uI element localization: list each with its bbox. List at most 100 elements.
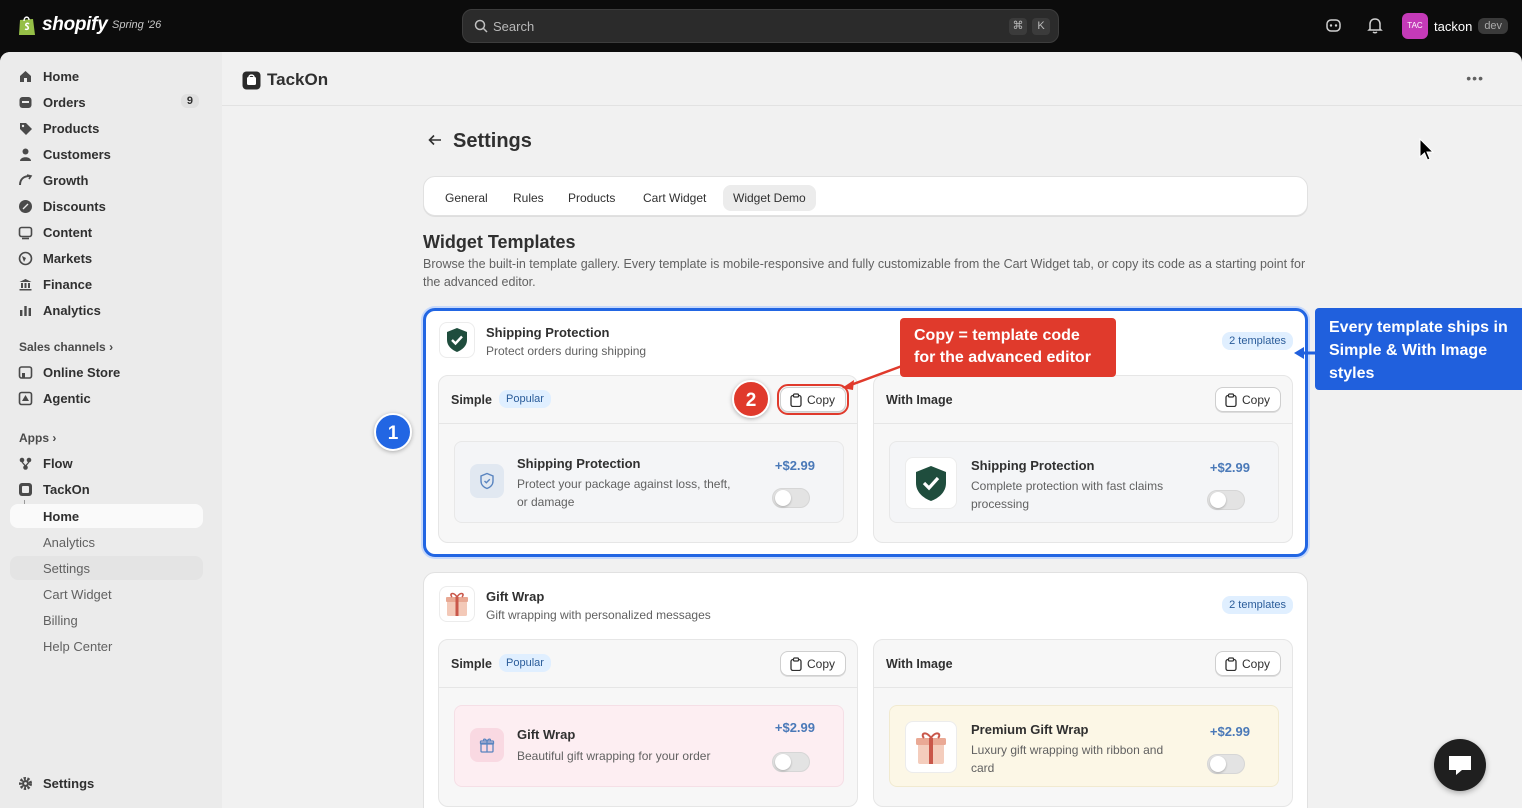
preview-description: Complete protection with fast claims pro… bbox=[971, 479, 1164, 511]
sidebar-item-products[interactable]: Products bbox=[10, 116, 203, 140]
chat-bubble-icon bbox=[1449, 756, 1471, 775]
preview-toggle[interactable] bbox=[1207, 490, 1245, 510]
sidebar-item-label: Agentic bbox=[43, 391, 91, 406]
sidebar-item-tackon[interactable]: TackOn bbox=[10, 477, 203, 501]
sidebar-item-label: Flow bbox=[43, 456, 73, 471]
copy-label: Copy bbox=[806, 393, 835, 407]
page-title: Settings bbox=[453, 130, 532, 152]
tab-rules[interactable]: Rules bbox=[503, 185, 554, 211]
tab-cart-widget[interactable]: Cart Widget bbox=[633, 185, 716, 211]
sidebar-item-discounts[interactable]: Discounts bbox=[10, 194, 203, 218]
widget-preview: Gift Wrap Beautiful gift wrapping for yo… bbox=[454, 705, 844, 787]
sidebar-item-label: Finance bbox=[43, 277, 93, 292]
copy-button[interactable]: Copy bbox=[779, 651, 846, 676]
step-1-badge: 1 bbox=[374, 413, 412, 451]
styles-callout: Every template ships in Simple & With Im… bbox=[1315, 308, 1522, 390]
sidebar-subitem-analytics[interactable]: Analytics bbox=[10, 530, 203, 554]
more-actions-icon[interactable]: ••• bbox=[1466, 70, 1484, 86]
sidebar-item-analytics[interactable]: Analytics bbox=[10, 298, 203, 322]
variant-header: With Image Copy bbox=[874, 376, 1292, 424]
sidebar-item-settings[interactable]: Settings bbox=[10, 771, 203, 795]
tab-general[interactable]: General bbox=[435, 185, 498, 211]
copy-callout: Copy = template code for the advanced ed… bbox=[900, 318, 1116, 377]
preview-price: +$2.99 bbox=[1209, 460, 1250, 475]
step-2-badge: 2 bbox=[732, 380, 770, 418]
template-count-badge: 2 templates bbox=[1222, 596, 1293, 614]
preview-toggle[interactable] bbox=[772, 752, 810, 772]
sidebar-subitem-settings[interactable]: Settings bbox=[10, 556, 203, 580]
shield-image bbox=[905, 457, 957, 509]
flow-icon bbox=[19, 457, 32, 470]
sidebar-item-growth[interactable]: Growth bbox=[10, 168, 203, 192]
sidebar-item-orders[interactable]: Orders 9 bbox=[10, 90, 203, 114]
chevron-right-icon: › bbox=[52, 431, 57, 445]
sidebar-item-label: Content bbox=[43, 225, 93, 240]
variant-simple: Simple Popular Copy Shipping Protection … bbox=[438, 375, 858, 543]
search-input[interactable]: Search ⌘ K bbox=[462, 9, 1059, 43]
copy-button[interactable]: Copy bbox=[1214, 651, 1281, 676]
back-arrow-icon[interactable] bbox=[427, 132, 443, 148]
callout-pointer-icon bbox=[1294, 347, 1316, 359]
copy-button[interactable]: Copy bbox=[1214, 387, 1281, 412]
sidebar-item-home[interactable]: Home bbox=[10, 64, 203, 88]
sidebar-item-online-store[interactable]: Online Store bbox=[10, 360, 203, 384]
sidebar-item-label: Online Store bbox=[43, 365, 121, 380]
tab-widget-demo[interactable]: Widget Demo bbox=[723, 185, 816, 211]
tackon-icon bbox=[19, 483, 32, 496]
preview-price: +$2.99 bbox=[1209, 724, 1250, 739]
sidebar-subitem-billing[interactable]: Billing bbox=[10, 608, 203, 632]
sidekick-icon[interactable] bbox=[1325, 17, 1342, 34]
sidebar-item-content[interactable]: Content bbox=[10, 220, 203, 244]
sidebar-item-markets[interactable]: Markets bbox=[10, 246, 203, 270]
globe-icon bbox=[18, 251, 33, 266]
variant-simple: Simple Popular Copy Gift Wrap Beautiful … bbox=[438, 639, 858, 807]
home-icon bbox=[20, 71, 31, 82]
sidebar-item-label: Analytics bbox=[43, 535, 96, 550]
copy-callout-line2: for the advanced editor bbox=[914, 349, 1091, 366]
template-title: Shipping Protection bbox=[486, 325, 610, 340]
copy-callout-line1: Copy = template code bbox=[914, 327, 1080, 344]
sidebar-subitem-help-center[interactable]: Help Center bbox=[10, 634, 203, 658]
variant-header: Simple Popular Copy bbox=[439, 640, 857, 688]
sidebar-item-label: Analytics bbox=[43, 303, 101, 318]
sidebar-item-label: Help Center bbox=[43, 639, 113, 654]
apps-heading[interactable]: Apps › bbox=[19, 431, 56, 445]
sidebar-item-finance[interactable]: Finance bbox=[10, 272, 203, 296]
sidebar-subitem-cart-widget[interactable]: Cart Widget bbox=[10, 582, 203, 606]
person-icon bbox=[20, 148, 31, 161]
admin-shell: Home Orders 9 Products Customers Growth … bbox=[0, 52, 1522, 808]
sidebar-item-customers[interactable]: Customers bbox=[10, 142, 203, 166]
shopify-logo[interactable]: shopify bbox=[18, 14, 108, 36]
tab-products[interactable]: Products bbox=[558, 185, 625, 211]
clipboard-icon bbox=[1225, 393, 1237, 407]
widget-preview: Shipping Protection Complete protection … bbox=[889, 441, 1279, 523]
popular-badge: Popular bbox=[499, 390, 551, 408]
preview-toggle[interactable] bbox=[772, 488, 810, 508]
sidebar-subitem-home[interactable]: Home bbox=[10, 504, 203, 528]
shortcut-k-key: K bbox=[1032, 18, 1050, 35]
sidebar-item-label: Orders bbox=[43, 95, 86, 110]
gift-box-image bbox=[905, 721, 957, 773]
preview-title: Gift Wrap bbox=[517, 727, 576, 742]
top-bar: shopify Spring '26 Search ⌘ K TAC tackon… bbox=[0, 0, 1522, 52]
copy-button[interactable]: Copy bbox=[776, 384, 850, 415]
variant-header: With Image Copy bbox=[874, 640, 1292, 688]
sidebar-item-label: Markets bbox=[43, 251, 93, 266]
sales-channels-heading[interactable]: Sales channels › bbox=[19, 340, 113, 354]
bank-icon bbox=[19, 279, 32, 291]
account-menu[interactable]: TAC tackon dev bbox=[1402, 13, 1509, 39]
sidebar-item-flow[interactable]: Flow bbox=[10, 451, 203, 475]
template-card-gift-wrap: Gift Wrap Gift wrapping with personalize… bbox=[423, 572, 1308, 808]
sidebar-item-agentic[interactable]: Agentic bbox=[10, 386, 203, 410]
copy-label: Copy bbox=[1241, 393, 1270, 407]
sidebar-item-label: Products bbox=[43, 121, 100, 136]
preview-description: Luxury gift wrapping with ribbon and car… bbox=[971, 743, 1164, 775]
bell-icon[interactable] bbox=[1367, 17, 1383, 34]
sidebar-item-label: Home bbox=[43, 509, 80, 524]
template-card-shipping-protection: Shipping Protection Protect orders durin… bbox=[423, 308, 1308, 557]
chat-button[interactable] bbox=[1434, 739, 1486, 791]
copy-label: Copy bbox=[1241, 657, 1270, 671]
preview-toggle[interactable] bbox=[1207, 754, 1245, 774]
dev-badge: dev bbox=[1478, 18, 1509, 34]
sidebar-item-label: Home bbox=[43, 69, 80, 84]
